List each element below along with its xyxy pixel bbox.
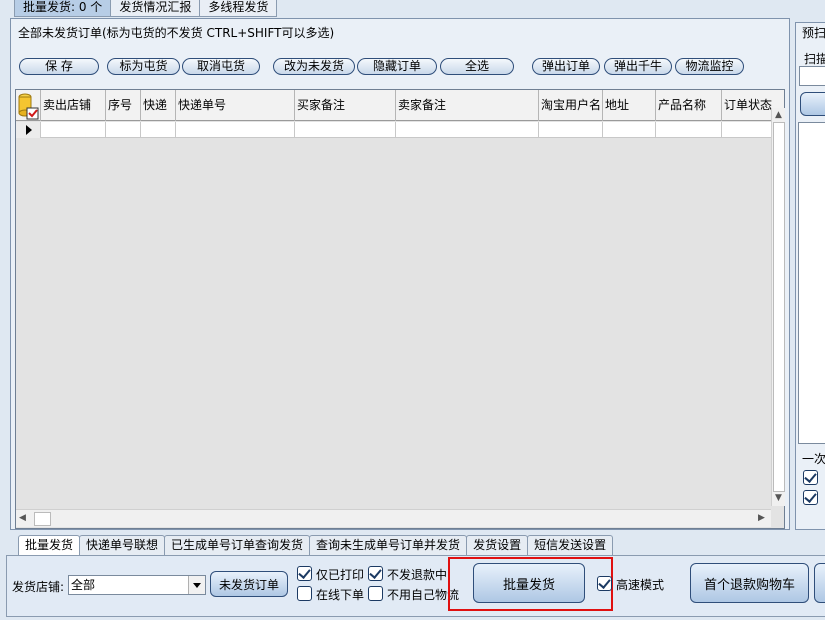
tab-tracking-association[interactable]: 快递单号联想 xyxy=(79,535,166,555)
scroll-left-icon[interactable]: ◀ xyxy=(19,513,26,523)
col-tracking-number[interactable]: 快递单号 xyxy=(176,90,295,121)
cancel-hold-button[interactable]: 取消屯货 xyxy=(182,58,260,75)
panel-title: 全部未发货订单(标为屯货的不发货 CTRL+SHIFT可以多选) xyxy=(18,26,335,40)
select-column-header[interactable] xyxy=(16,90,41,121)
scan-label: 扫描 xyxy=(804,52,825,66)
grid-vertical-scrollbar[interactable]: ▲ ▼ xyxy=(771,108,785,506)
no-own-logistics-checkbox[interactable] xyxy=(368,586,383,601)
online-order-label: 在线下单 xyxy=(316,588,365,602)
col-taobao-user[interactable]: 淘宝用户名 xyxy=(539,90,603,121)
right-panel-checkbox-2[interactable] xyxy=(803,490,818,505)
first-refund-cart-button[interactable]: 首个退款购物车 xyxy=(690,563,809,603)
orders-grid[interactable]: 卖出店铺 序号 快递 快递单号 买家备注 卖家备注 淘宝用户名 地址 产品名称 … xyxy=(15,89,785,529)
scan-result-list[interactable] xyxy=(798,122,825,444)
online-order-checkbox[interactable] xyxy=(297,586,312,601)
hide-order-button[interactable]: 隐藏订单 xyxy=(357,58,437,75)
scan-input[interactable] xyxy=(799,66,825,86)
tab-batch-ship-count[interactable]: 批量发货: 0 个 xyxy=(14,0,112,17)
tab-batch-ship[interactable]: 批量发货 xyxy=(18,535,81,555)
top-tab-bar: 批量发货: 0 个 发货情况汇报 多线程发货 xyxy=(14,0,278,17)
col-seller-note[interactable]: 卖家备注 xyxy=(396,90,539,121)
database-check-icon xyxy=(18,93,39,120)
current-row-arrow-icon xyxy=(26,125,32,135)
col-address[interactable]: 地址 xyxy=(603,90,656,121)
right-panel-button[interactable] xyxy=(800,92,825,116)
popup-order-button[interactable]: 弹出订单 xyxy=(532,58,600,75)
popup-qianniu-button[interactable]: 弹出千牛 xyxy=(604,58,672,75)
right-panel-checkbox-1[interactable] xyxy=(803,470,818,485)
bottom-tab-bar: 批量发货 快递单号联想 已生成单号订单查询发货 查询未生成单号订单并发货 发货设… xyxy=(18,535,614,555)
store-select-value: 全部 xyxy=(71,578,96,592)
col-buyer-note[interactable]: 买家备注 xyxy=(295,90,396,121)
mark-hold-button[interactable]: 标为屯货 xyxy=(107,58,180,75)
scroll-right-icon[interactable]: ▶ xyxy=(758,513,765,523)
tab-multithread-ship[interactable]: 多线程发货 xyxy=(199,0,278,17)
col-store[interactable]: 卖出店铺 xyxy=(41,90,106,121)
col-courier[interactable]: 快递 xyxy=(141,90,176,121)
skip-refunding-label: 不发退款中 xyxy=(387,568,448,582)
tab-generated-query-ship[interactable]: 已生成单号订单查询发货 xyxy=(164,535,311,555)
select-all-button[interactable]: 全选 xyxy=(440,58,514,75)
cut-off-button[interactable] xyxy=(814,563,825,603)
tab-ship-settings[interactable]: 发货设置 xyxy=(466,535,529,555)
store-select[interactable]: 全部 xyxy=(68,575,206,595)
tab-ship-report[interactable]: 发货情况汇报 xyxy=(110,0,201,17)
printed-only-checkbox[interactable] xyxy=(297,566,312,581)
horizontal-scroll-thumb[interactable] xyxy=(34,512,51,526)
chevron-down-icon[interactable] xyxy=(188,576,205,594)
scroll-up-icon[interactable]: ▲ xyxy=(775,110,782,120)
prescan-title: 预扫 xyxy=(802,26,825,40)
grid-header: 卖出店铺 序号 快递 快递单号 买家备注 卖家备注 淘宝用户名 地址 产品名称 … xyxy=(16,90,784,121)
vertical-scroll-thumb[interactable] xyxy=(773,122,785,492)
table-row[interactable] xyxy=(16,122,784,138)
once-label: 一次 xyxy=(802,452,825,466)
high-speed-checkbox[interactable] xyxy=(597,576,612,591)
grid-horizontal-scrollbar[interactable]: ◀ ▶ xyxy=(16,509,771,527)
highlight-box xyxy=(448,557,613,611)
store-label: 发货店铺: xyxy=(12,580,65,594)
save-button[interactable]: 保 存 xyxy=(19,58,99,75)
logistics-monitor-button[interactable]: 物流监控 xyxy=(675,58,744,75)
unshipped-orders-button[interactable]: 未发货订单 xyxy=(210,571,288,597)
row-indicator xyxy=(16,122,41,138)
scroll-down-icon[interactable]: ▼ xyxy=(775,493,782,503)
mark-unshipped-button[interactable]: 改为未发货 xyxy=(273,58,355,75)
col-product-name[interactable]: 产品名称 xyxy=(656,90,722,121)
tab-ungenerated-query-ship[interactable]: 查询未生成单号订单并发货 xyxy=(309,535,468,555)
printed-only-label: 仅已打印 xyxy=(316,568,365,582)
tab-sms-settings[interactable]: 短信发送设置 xyxy=(527,535,614,555)
high-speed-label: 高速模式 xyxy=(616,578,665,592)
col-index[interactable]: 序号 xyxy=(106,90,141,121)
skip-refunding-checkbox[interactable] xyxy=(368,566,383,581)
